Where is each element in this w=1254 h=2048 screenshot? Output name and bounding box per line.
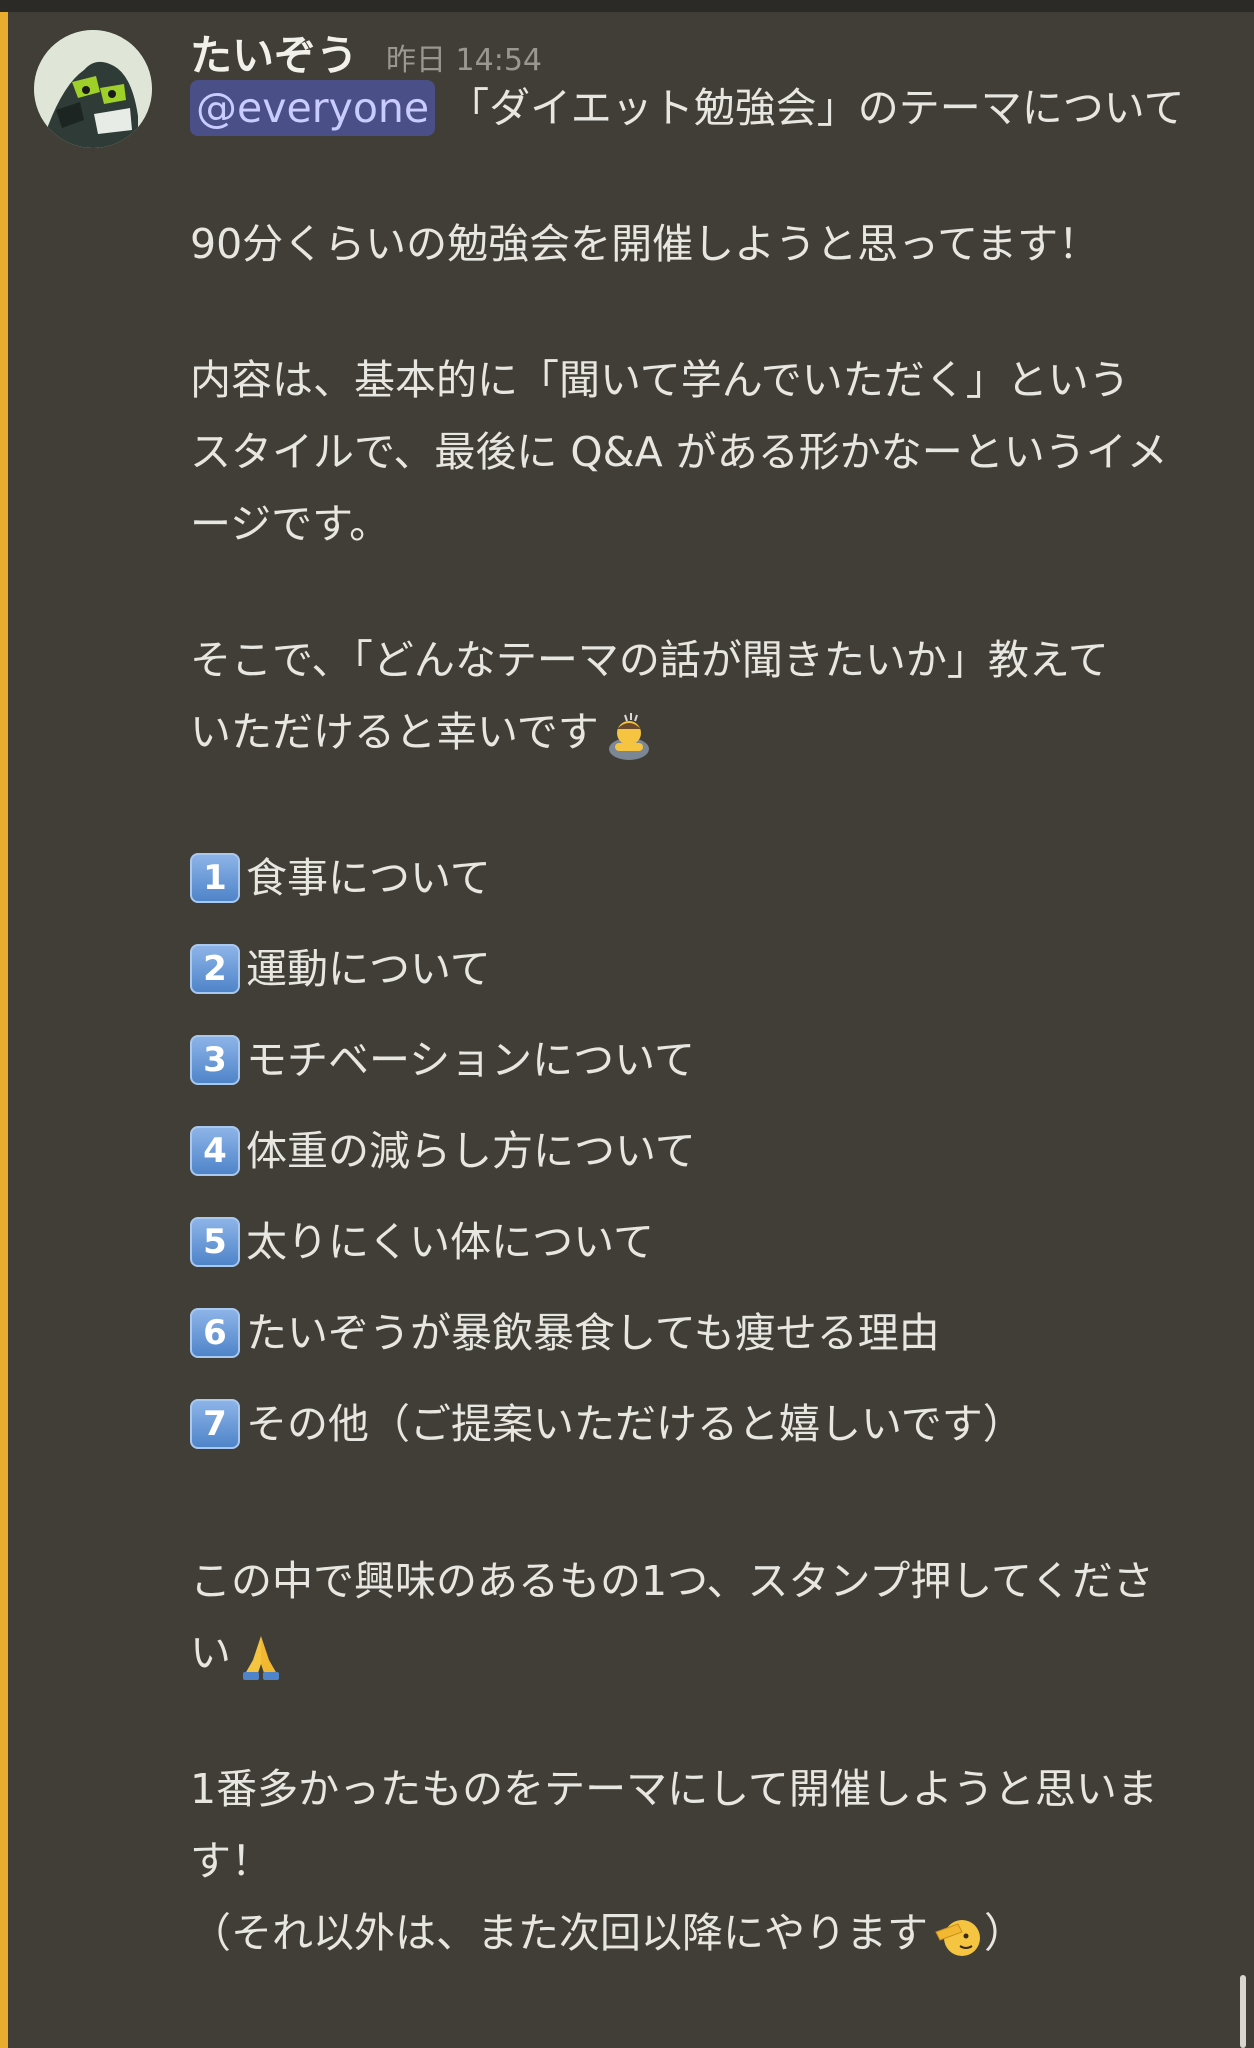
keycap-7-icon: 7 xyxy=(190,1398,240,1449)
folded-hands-icon xyxy=(243,1636,279,1680)
message-title: 「ダイエット勉強会」のテーマについて xyxy=(435,84,1185,132)
option-label-5: 太りにくい体について xyxy=(246,1217,654,1266)
aside-text: （それ以外は、また次回以降にやります xyxy=(190,1909,928,1957)
option-label-7: その他（ご提案いただけると嬉しいです） xyxy=(246,1399,1024,1448)
aside-close: ） xyxy=(984,1909,1025,1957)
saluting-face-icon xyxy=(935,1920,980,1956)
option-item-7: 7 その他（ご提案いただけると嬉しいです） xyxy=(190,1378,1210,1469)
user-avatar[interactable] xyxy=(34,30,152,148)
mention-highlight-stripe xyxy=(0,12,8,2048)
person-bowing-icon xyxy=(608,713,649,760)
keycap-2-icon: 2 xyxy=(190,943,240,994)
closing-line-1: 1番多かったものをテーマにして開催しようと思いま xyxy=(190,1765,1158,1813)
option-item-6: 6 たいぞうが暴飲暴食しても痩せる理由 xyxy=(190,1287,1210,1378)
avatar-image xyxy=(34,30,152,148)
option-item-3: 3 モチベーションについて xyxy=(190,1014,1210,1105)
message-title-line: @everyone 「ダイエット勉強会」のテーマについて xyxy=(190,72,1210,144)
scrollbar-thumb[interactable] xyxy=(1240,1975,1246,2048)
option-item-4: 4 体重の減らし方について xyxy=(190,1105,1210,1196)
keycap-6-icon: 6 xyxy=(190,1307,240,1358)
content-line-1: 内容は、基本的に「聞いて学んでいただく」という xyxy=(190,356,1130,404)
stamp-line-2-text: い xyxy=(190,1629,231,1677)
options-list: 1 食事について 2 運動について 3 モチベーションについて 4 体重の減らし… xyxy=(190,832,1210,1469)
top-divider xyxy=(0,0,1254,12)
ask-line-1: そこで、「どんなテーマの話が聞きたいか」教えて xyxy=(190,636,1109,684)
keycap-3-icon: 3 xyxy=(190,1034,240,1085)
option-item-1: 1 食事について xyxy=(190,832,1210,923)
content-line-3: ージです。 xyxy=(190,500,391,548)
content-line-2: スタイルで、最後に Q&A がある形かなーというイメ xyxy=(190,428,1168,476)
stamp-line-1: この中で興味のあるもの1つ、スタンプ押してくださ xyxy=(190,1557,1154,1605)
keycap-1-icon: 1 xyxy=(190,852,240,903)
option-label-2: 運動について xyxy=(246,944,491,993)
aside-line: （それ以外は、また次回以降にやります ） xyxy=(190,1897,1210,1969)
message-header: たいぞう 昨日 14:54 xyxy=(190,22,542,80)
everyone-mention[interactable]: @everyone xyxy=(190,80,436,136)
closing-line-2: す！ xyxy=(190,1837,272,1885)
option-label-1: 食事について xyxy=(246,853,491,902)
stamp-line-2: い xyxy=(190,1617,1210,1689)
ask-line-2: いただけると幸いです xyxy=(190,696,1210,768)
option-label-3: モチベーションについて xyxy=(246,1035,695,1084)
option-item-2: 2 運動について xyxy=(190,923,1210,1014)
intro-text: 90分くらいの勉強会を開催しようと思ってます！ xyxy=(190,220,1100,268)
option-label-6: たいぞうが暴飲暴食しても痩せる理由 xyxy=(246,1308,940,1357)
keycap-5-icon: 5 xyxy=(190,1216,240,1267)
keycap-4-icon: 4 xyxy=(190,1125,240,1176)
option-item-5: 5 太りにくい体について xyxy=(190,1196,1210,1287)
option-label-4: 体重の減らし方について xyxy=(246,1126,696,1175)
ask-line-2-text: いただけると幸いです xyxy=(190,708,599,756)
message-body: @everyone 「ダイエット勉強会」のテーマについて 90分くらいの勉強会を… xyxy=(190,72,1210,1969)
